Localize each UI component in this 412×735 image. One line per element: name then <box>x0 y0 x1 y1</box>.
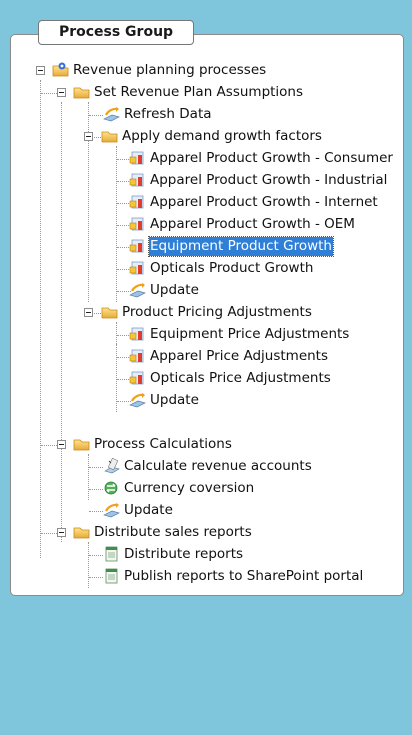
refresh-data-icon <box>103 107 120 122</box>
collapse-pricing-adjustments-button[interactable] <box>84 308 93 317</box>
tree-label-publish-reports: Publish reports to SharePoint portal <box>124 568 364 584</box>
task-data-form-icon <box>129 217 144 231</box>
tree-label-refresh-data: Refresh Data <box>124 106 212 122</box>
tree-node-apply-demand[interactable]: Apply demand growth factors <box>11 126 401 148</box>
process-group-panel: Revenue planning processes Set Revenue P… <box>10 34 404 596</box>
update-icon <box>103 503 120 518</box>
process-folder-icon <box>52 62 69 77</box>
calculate-script-icon <box>104 458 120 474</box>
tree-label-distribute-sales: Distribute sales reports <box>94 524 252 540</box>
tree-label-root: Revenue planning processes <box>73 62 267 78</box>
task-data-form-icon <box>129 261 144 275</box>
tree-node-distribute-sales[interactable]: Distribute sales reports <box>11 522 401 544</box>
tree-label-equipment-price: Equipment Price Adjustments <box>150 326 350 342</box>
tree-node-update-1[interactable]: Update <box>11 280 401 302</box>
tree-label-apparel-internet: Apparel Product Growth - Internet <box>150 194 378 210</box>
tree-label-apparel-industrial: Apparel Product Growth - Industrial <box>150 172 388 188</box>
tree-node-equipment-price[interactable]: Equipment Price Adjustments <box>11 324 401 346</box>
tree-node-apparel-internet[interactable]: Apparel Product Growth - Internet <box>11 192 401 214</box>
tree-label-update-1: Update <box>150 282 199 298</box>
folder-icon <box>73 87 90 99</box>
tree-label-apparel-consumer: Apparel Product Growth - Consumer <box>150 150 393 166</box>
tree-node-update-3[interactable]: Update <box>11 500 401 522</box>
tree-node-opticals-price[interactable]: Opticals Price Adjustments <box>11 368 401 390</box>
task-data-form-icon <box>129 349 144 363</box>
update-icon <box>129 283 146 298</box>
report-icon <box>105 568 118 584</box>
collapse-process-calculations-button[interactable] <box>57 440 66 449</box>
tree-label-equipment-growth-selected: Equipment Product Growth <box>148 236 334 257</box>
task-data-form-icon <box>129 327 144 341</box>
tree-node-opticals-growth[interactable]: Opticals Product Growth <box>11 258 401 280</box>
tree-label-opticals-price: Opticals Price Adjustments <box>150 370 331 386</box>
process-tree: Revenue planning processes Set Revenue P… <box>11 35 403 595</box>
tree-label-apparel-oem: Apparel Product Growth - OEM <box>150 216 355 232</box>
task-data-form-icon <box>129 173 144 187</box>
tree-label-set-assumptions: Set Revenue Plan Assumptions <box>94 84 304 100</box>
tree-label-process-calculations: Process Calculations <box>94 436 232 452</box>
folder-icon <box>73 439 90 451</box>
tree-label-apply-demand: Apply demand growth factors <box>122 128 322 144</box>
tree-label-pricing-adjustments: Product Pricing Adjustments <box>122 304 312 320</box>
task-data-form-icon <box>129 151 144 165</box>
tree-node-apparel-industrial[interactable]: Apparel Product Growth - Industrial <box>11 170 401 192</box>
folder-icon <box>101 307 118 319</box>
collapse-set-assumptions-button[interactable] <box>57 88 66 97</box>
tree-node-pricing-adjustments[interactable]: Product Pricing Adjustments <box>11 302 401 324</box>
tree-node-update-2[interactable]: Update <box>11 390 401 412</box>
report-icon <box>105 546 118 562</box>
task-data-form-icon <box>129 195 144 209</box>
tree-node-root[interactable]: Revenue planning processes <box>11 60 401 82</box>
task-data-form-icon <box>129 239 144 253</box>
collapse-root-button[interactable] <box>36 66 45 75</box>
process-group-title: Process Group <box>38 20 194 45</box>
tree-label-calc-revenue: Calculate revenue accounts <box>124 458 312 474</box>
task-data-form-icon <box>129 371 144 385</box>
tree-node-calc-revenue[interactable]: Calculate revenue accounts <box>11 456 401 478</box>
update-icon <box>129 393 146 408</box>
collapse-distribute-sales-button[interactable] <box>57 528 66 537</box>
tree-node-apparel-consumer[interactable]: Apparel Product Growth - Consumer <box>11 148 401 170</box>
tree-node-set-assumptions[interactable]: Set Revenue Plan Assumptions <box>11 82 401 104</box>
tree-node-refresh-data[interactable]: Refresh Data <box>11 104 401 126</box>
tree-node-currency-conversion[interactable]: Currency coversion <box>11 478 401 500</box>
tree-label-update-2: Update <box>150 392 199 408</box>
currency-conversion-icon <box>104 481 118 495</box>
folder-icon <box>73 527 90 539</box>
tree-label-currency-conversion: Currency coversion <box>124 480 255 496</box>
tree-label-opticals-growth: Opticals Product Growth <box>150 260 314 276</box>
tree-label-distribute-reports: Distribute reports <box>124 546 244 562</box>
tree-node-process-calculations[interactable]: Process Calculations <box>11 434 401 456</box>
tree-label-update-3: Update <box>124 502 173 518</box>
tree-label-apparel-price: Apparel Price Adjustments <box>150 348 329 364</box>
tree-node-equipment-growth[interactable]: Equipment Product Growth <box>11 236 401 258</box>
tree-node-publish-reports[interactable]: Publish reports to SharePoint portal <box>11 566 401 588</box>
tree-node-apparel-price[interactable]: Apparel Price Adjustments <box>11 346 401 368</box>
folder-icon <box>101 131 118 143</box>
tree-node-distribute-reports[interactable]: Distribute reports <box>11 544 401 566</box>
tree-node-apparel-oem[interactable]: Apparel Product Growth - OEM <box>11 214 401 236</box>
collapse-apply-demand-button[interactable] <box>84 132 93 141</box>
